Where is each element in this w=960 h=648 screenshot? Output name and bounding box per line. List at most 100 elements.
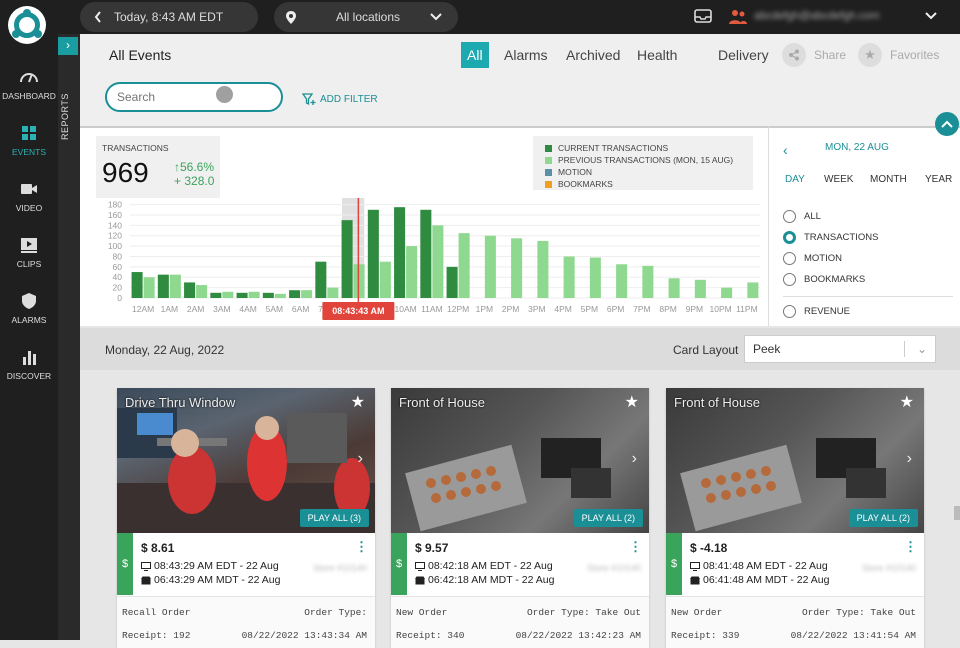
card-layout-select[interactable]: Peek ⌄ xyxy=(744,335,936,363)
sidebar-item-clips[interactable]: CLIPS xyxy=(0,236,58,269)
tab-month[interactable]: MONTH xyxy=(870,174,907,185)
next-clip-icon[interactable]: › xyxy=(632,450,637,468)
bar-current xyxy=(446,266,458,298)
filter-add-icon xyxy=(302,93,316,106)
tab-all[interactable]: All xyxy=(461,42,489,68)
time-store: 06:43:29 AM MDT - 22 Aug xyxy=(141,574,280,586)
bar-previous xyxy=(379,261,391,298)
radio-all[interactable]: ALL xyxy=(783,210,821,223)
bar-current xyxy=(420,209,432,298)
monitor-icon xyxy=(141,561,151,571)
legend-item[interactable]: CURRENT TRANSACTIONS xyxy=(545,142,753,154)
date-time-picker[interactable]: Today, 8:43 AM EDT xyxy=(80,2,258,32)
play-all-button[interactable]: PLAY ALL (2) xyxy=(848,509,918,527)
order-type-left: New Order xyxy=(396,607,448,618)
tab-year[interactable]: YEAR xyxy=(925,174,952,185)
tab-archived[interactable]: Archived xyxy=(560,42,626,68)
bar-previous xyxy=(222,291,234,298)
sidebar-item-label: EVENTS xyxy=(11,147,46,157)
play-all-button[interactable]: PLAY ALL (3) xyxy=(299,509,369,527)
bar-current xyxy=(157,274,169,298)
inbox-icon[interactable] xyxy=(694,9,712,23)
collapse-chart-button[interactable] xyxy=(935,112,959,136)
star-icon[interactable]: ★ xyxy=(625,392,639,412)
share-button[interactable]: Share xyxy=(782,42,846,68)
tab-day[interactable]: DAY xyxy=(785,174,805,185)
camera-thumbnail[interactable]: Front of House ★ › PLAY ALL (2) xyxy=(391,388,649,533)
expand-reports-button[interactable]: › xyxy=(58,37,78,55)
event-card[interactable]: Front of House ★ › PLAY ALL (2) $ $ -4.1… xyxy=(666,388,924,648)
next-clip-icon[interactable]: › xyxy=(358,450,363,468)
scrollbar-thumb[interactable] xyxy=(954,506,960,520)
star-icon[interactable]: ★ xyxy=(351,392,365,412)
monitor-icon xyxy=(690,561,700,571)
x-tick-label: 3PM xyxy=(528,304,545,314)
more-options-icon[interactable]: ⋮ xyxy=(355,539,368,555)
legend-item[interactable]: PREVIOUS TRANSACTIONS (MON, 15 AUG) xyxy=(545,154,753,166)
next-clip-icon[interactable]: › xyxy=(907,450,912,468)
sidebar-item-alarms[interactable]: ALARMS xyxy=(0,292,58,325)
app-logo[interactable] xyxy=(8,6,46,44)
sidebar-item-label: VIDEO xyxy=(15,203,43,213)
sidebar-item-video[interactable]: VIDEO xyxy=(0,180,58,213)
chevron-down-icon[interactable] xyxy=(925,10,937,22)
add-filter-button[interactable]: ADD FILTER xyxy=(302,92,378,106)
legend-item[interactable]: MOTION xyxy=(545,166,753,178)
camera-thumbnail[interactable]: Drive Thru Window ★ › PLAY ALL (3) xyxy=(117,388,375,533)
transactions-bar-chart[interactable]: 020406080100120140160180 12AM 1AM 2AM 3AM 4AM… xyxy=(80,188,768,328)
radio-transactions[interactable]: TRANSACTIONS xyxy=(783,231,878,244)
users-icon[interactable] xyxy=(728,9,748,25)
bar-previous xyxy=(274,293,286,298)
tab-delivery[interactable]: Delivery xyxy=(712,42,775,68)
time-local: 08:41:48 AM EDT - 22 Aug xyxy=(690,560,828,572)
x-tick-label: 5AM xyxy=(266,304,283,314)
tab-week[interactable]: WEEK xyxy=(824,174,853,185)
bar-previous xyxy=(484,235,496,298)
more-options-icon[interactable]: ⋮ xyxy=(629,539,642,555)
sidebar-item-events[interactable]: EVENTS xyxy=(0,124,58,157)
chevron-down-icon: ⌄ xyxy=(916,342,927,356)
event-card[interactable]: Drive Thru Window ★ › PLAY ALL (3) $ $ 8… xyxy=(117,388,375,648)
transaction-amount: $ 8.61 xyxy=(141,541,175,555)
location-label: All locations xyxy=(336,10,401,24)
favorites-button[interactable]: ★ Favorites xyxy=(858,42,939,68)
more-options-icon[interactable]: ⋮ xyxy=(904,539,917,555)
reports-label[interactable]: REPORTS xyxy=(60,93,70,140)
bar-previous xyxy=(694,279,706,298)
bar-current xyxy=(394,207,406,298)
order-type: Order Type: xyxy=(304,607,367,618)
x-tick-label: 10AM xyxy=(395,304,417,314)
user-email[interactable]: abcdefgh@abcdefgh.com xyxy=(754,10,880,22)
bar-previous xyxy=(248,291,260,298)
radio-bookmarks[interactable]: BOOKMARKS xyxy=(783,273,865,286)
sidebar-item-dashboard[interactable]: DASHBOARD xyxy=(0,68,58,101)
search-input[interactable] xyxy=(105,82,283,112)
play-all-button[interactable]: PLAY ALL (2) xyxy=(573,509,643,527)
store-id: Store #10140 xyxy=(312,563,367,573)
x-tick-label: 11AM xyxy=(421,304,443,314)
camera-thumbnail[interactable]: Front of House ★ › PLAY ALL (2) xyxy=(666,388,924,533)
receipt-number: Receipt: 339 xyxy=(671,630,740,641)
y-tick-label: 140 xyxy=(108,220,122,230)
selected-date[interactable]: MON, 22 AUG xyxy=(825,142,889,153)
event-card[interactable]: Front of House ★ › PLAY ALL (2) $ $ 9.57… xyxy=(391,388,649,648)
receipt-time: 08/22/2022 13:42:23 AM xyxy=(515,630,641,641)
radio-motion[interactable]: MOTION xyxy=(783,252,842,265)
add-filter-label: ADD FILTER xyxy=(320,93,378,105)
chevron-left-icon[interactable] xyxy=(94,11,102,23)
sidebar-item-label: CLIPS xyxy=(16,259,42,269)
radio-revenue[interactable]: REVENUE xyxy=(783,305,850,318)
camera-icon xyxy=(21,184,37,194)
tab-alarms[interactable]: Alarms xyxy=(498,42,554,68)
mouse-cursor xyxy=(216,86,233,103)
x-tick-label: 4AM xyxy=(239,304,256,314)
y-tick-label: 20 xyxy=(113,283,123,293)
sidebar-item-discover[interactable]: DISCOVER xyxy=(0,348,58,381)
tab-health[interactable]: Health xyxy=(631,42,683,68)
previous-date-button[interactable]: ‹ xyxy=(783,142,788,158)
event-cards-area: Drive Thru Window ★ › PLAY ALL (3) $ $ 8… xyxy=(80,370,960,648)
location-picker[interactable]: All locations xyxy=(274,2,458,32)
transaction-amount: $ -4.18 xyxy=(690,541,728,555)
order-type: Order Type: Take Out xyxy=(801,607,916,618)
star-icon[interactable]: ★ xyxy=(900,392,914,412)
